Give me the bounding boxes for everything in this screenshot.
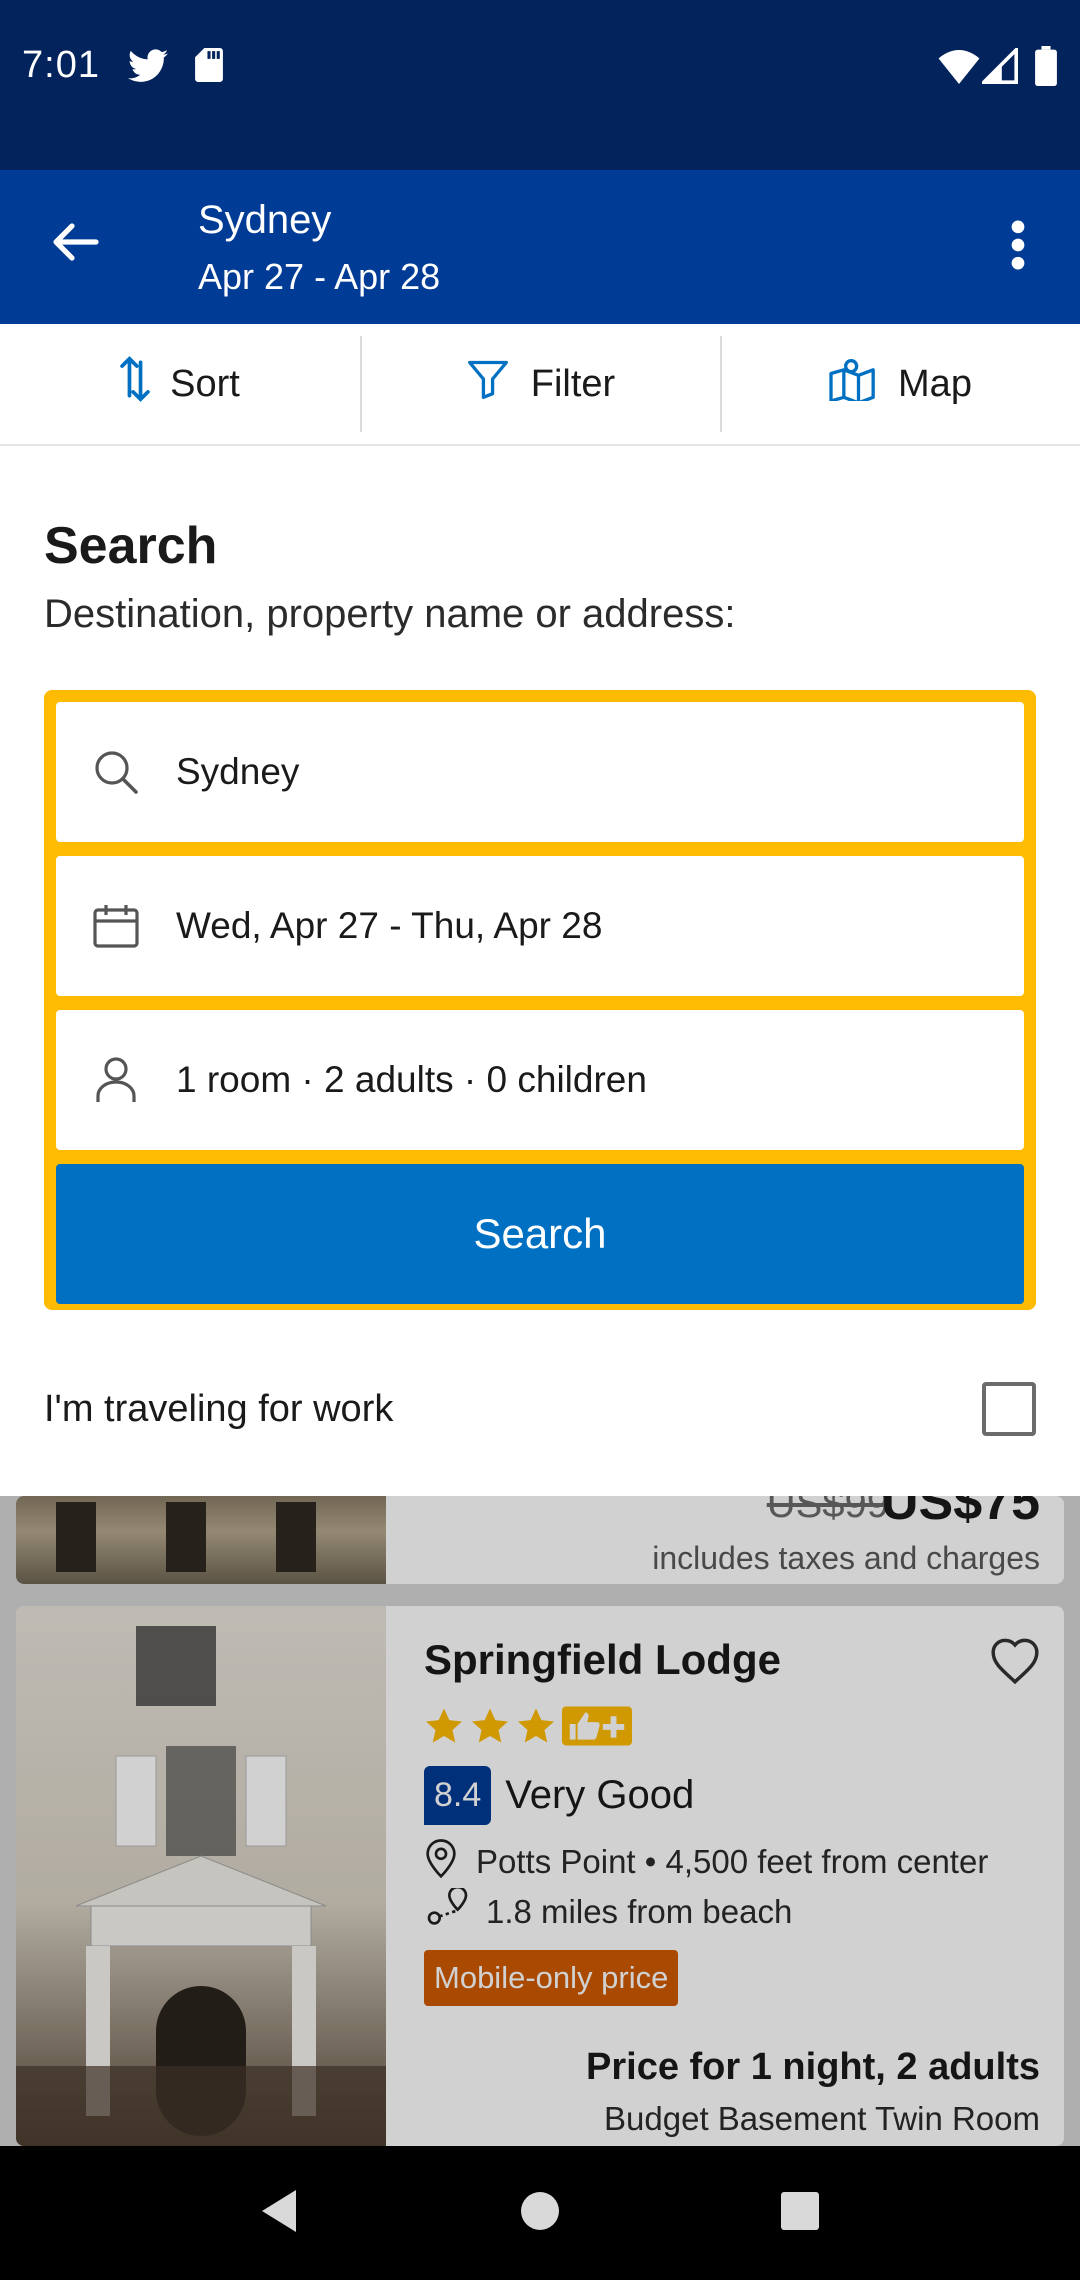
map-label: Map	[898, 362, 972, 405]
nav-recents-icon[interactable]	[780, 2191, 820, 2236]
search-subheading: Destination, property name or address:	[44, 592, 736, 636]
signal-icon	[979, 45, 1018, 89]
search-button[interactable]: Search	[56, 1164, 1024, 1304]
search-heading: Search	[44, 517, 218, 575]
scrim-overlay	[0, 1496, 1080, 2146]
dates-field[interactable]: Wed, Apr 27 - Thu, Apr 28	[56, 856, 1024, 996]
sd-card-icon	[194, 48, 224, 87]
occupancy-field[interactable]: 1 room · 2 adults · 0 children	[56, 1010, 1024, 1150]
nav-home-icon[interactable]	[520, 2191, 560, 2236]
status-time: 7:01	[22, 44, 100, 86]
occupancy-value: 1 room · 2 adults · 0 children	[176, 1059, 647, 1100]
search-form: Sydney Wed, Apr 27 - Thu, Apr 28 1 room …	[44, 690, 1036, 1310]
map-icon	[828, 357, 878, 411]
sort-icon	[120, 355, 150, 413]
search-panel: Search Destination, property name or add…	[0, 446, 1080, 1496]
sort-button[interactable]: Sort	[0, 324, 360, 444]
results-toolbar: Sort Filter Map	[0, 324, 1080, 446]
nav-back-icon[interactable]	[260, 2188, 300, 2239]
page-title: Sydney	[198, 198, 332, 242]
more-options-button[interactable]	[986, 210, 1050, 280]
battery-icon	[1034, 46, 1058, 91]
destination-field[interactable]: Sydney	[56, 702, 1024, 842]
work-travel-label: I'm traveling for work	[44, 1388, 394, 1430]
work-travel-checkbox[interactable]	[982, 1382, 1036, 1436]
filter-button[interactable]: Filter	[360, 324, 720, 444]
system-nav-bar	[0, 2146, 1080, 2280]
status-bar: 7:01	[0, 0, 1080, 170]
filter-label: Filter	[530, 362, 616, 405]
person-icon	[56, 1056, 176, 1104]
filter-icon	[465, 357, 511, 411]
wifi-icon	[938, 50, 980, 89]
more-vert-icon	[1011, 220, 1025, 270]
arrow-back-icon	[53, 223, 99, 261]
dates-value: Wed, Apr 27 - Thu, Apr 28	[176, 905, 603, 946]
calendar-icon	[56, 903, 176, 949]
app-bar: Sydney Apr 27 - Apr 28	[0, 170, 1080, 324]
search-icon	[56, 748, 176, 796]
map-button[interactable]: Map	[720, 324, 1080, 444]
page-subtitle: Apr 27 - Apr 28	[198, 256, 441, 297]
back-button[interactable]	[44, 210, 108, 274]
sort-label: Sort	[170, 362, 240, 405]
twitter-icon	[128, 48, 168, 89]
destination-value: Sydney	[176, 751, 300, 792]
